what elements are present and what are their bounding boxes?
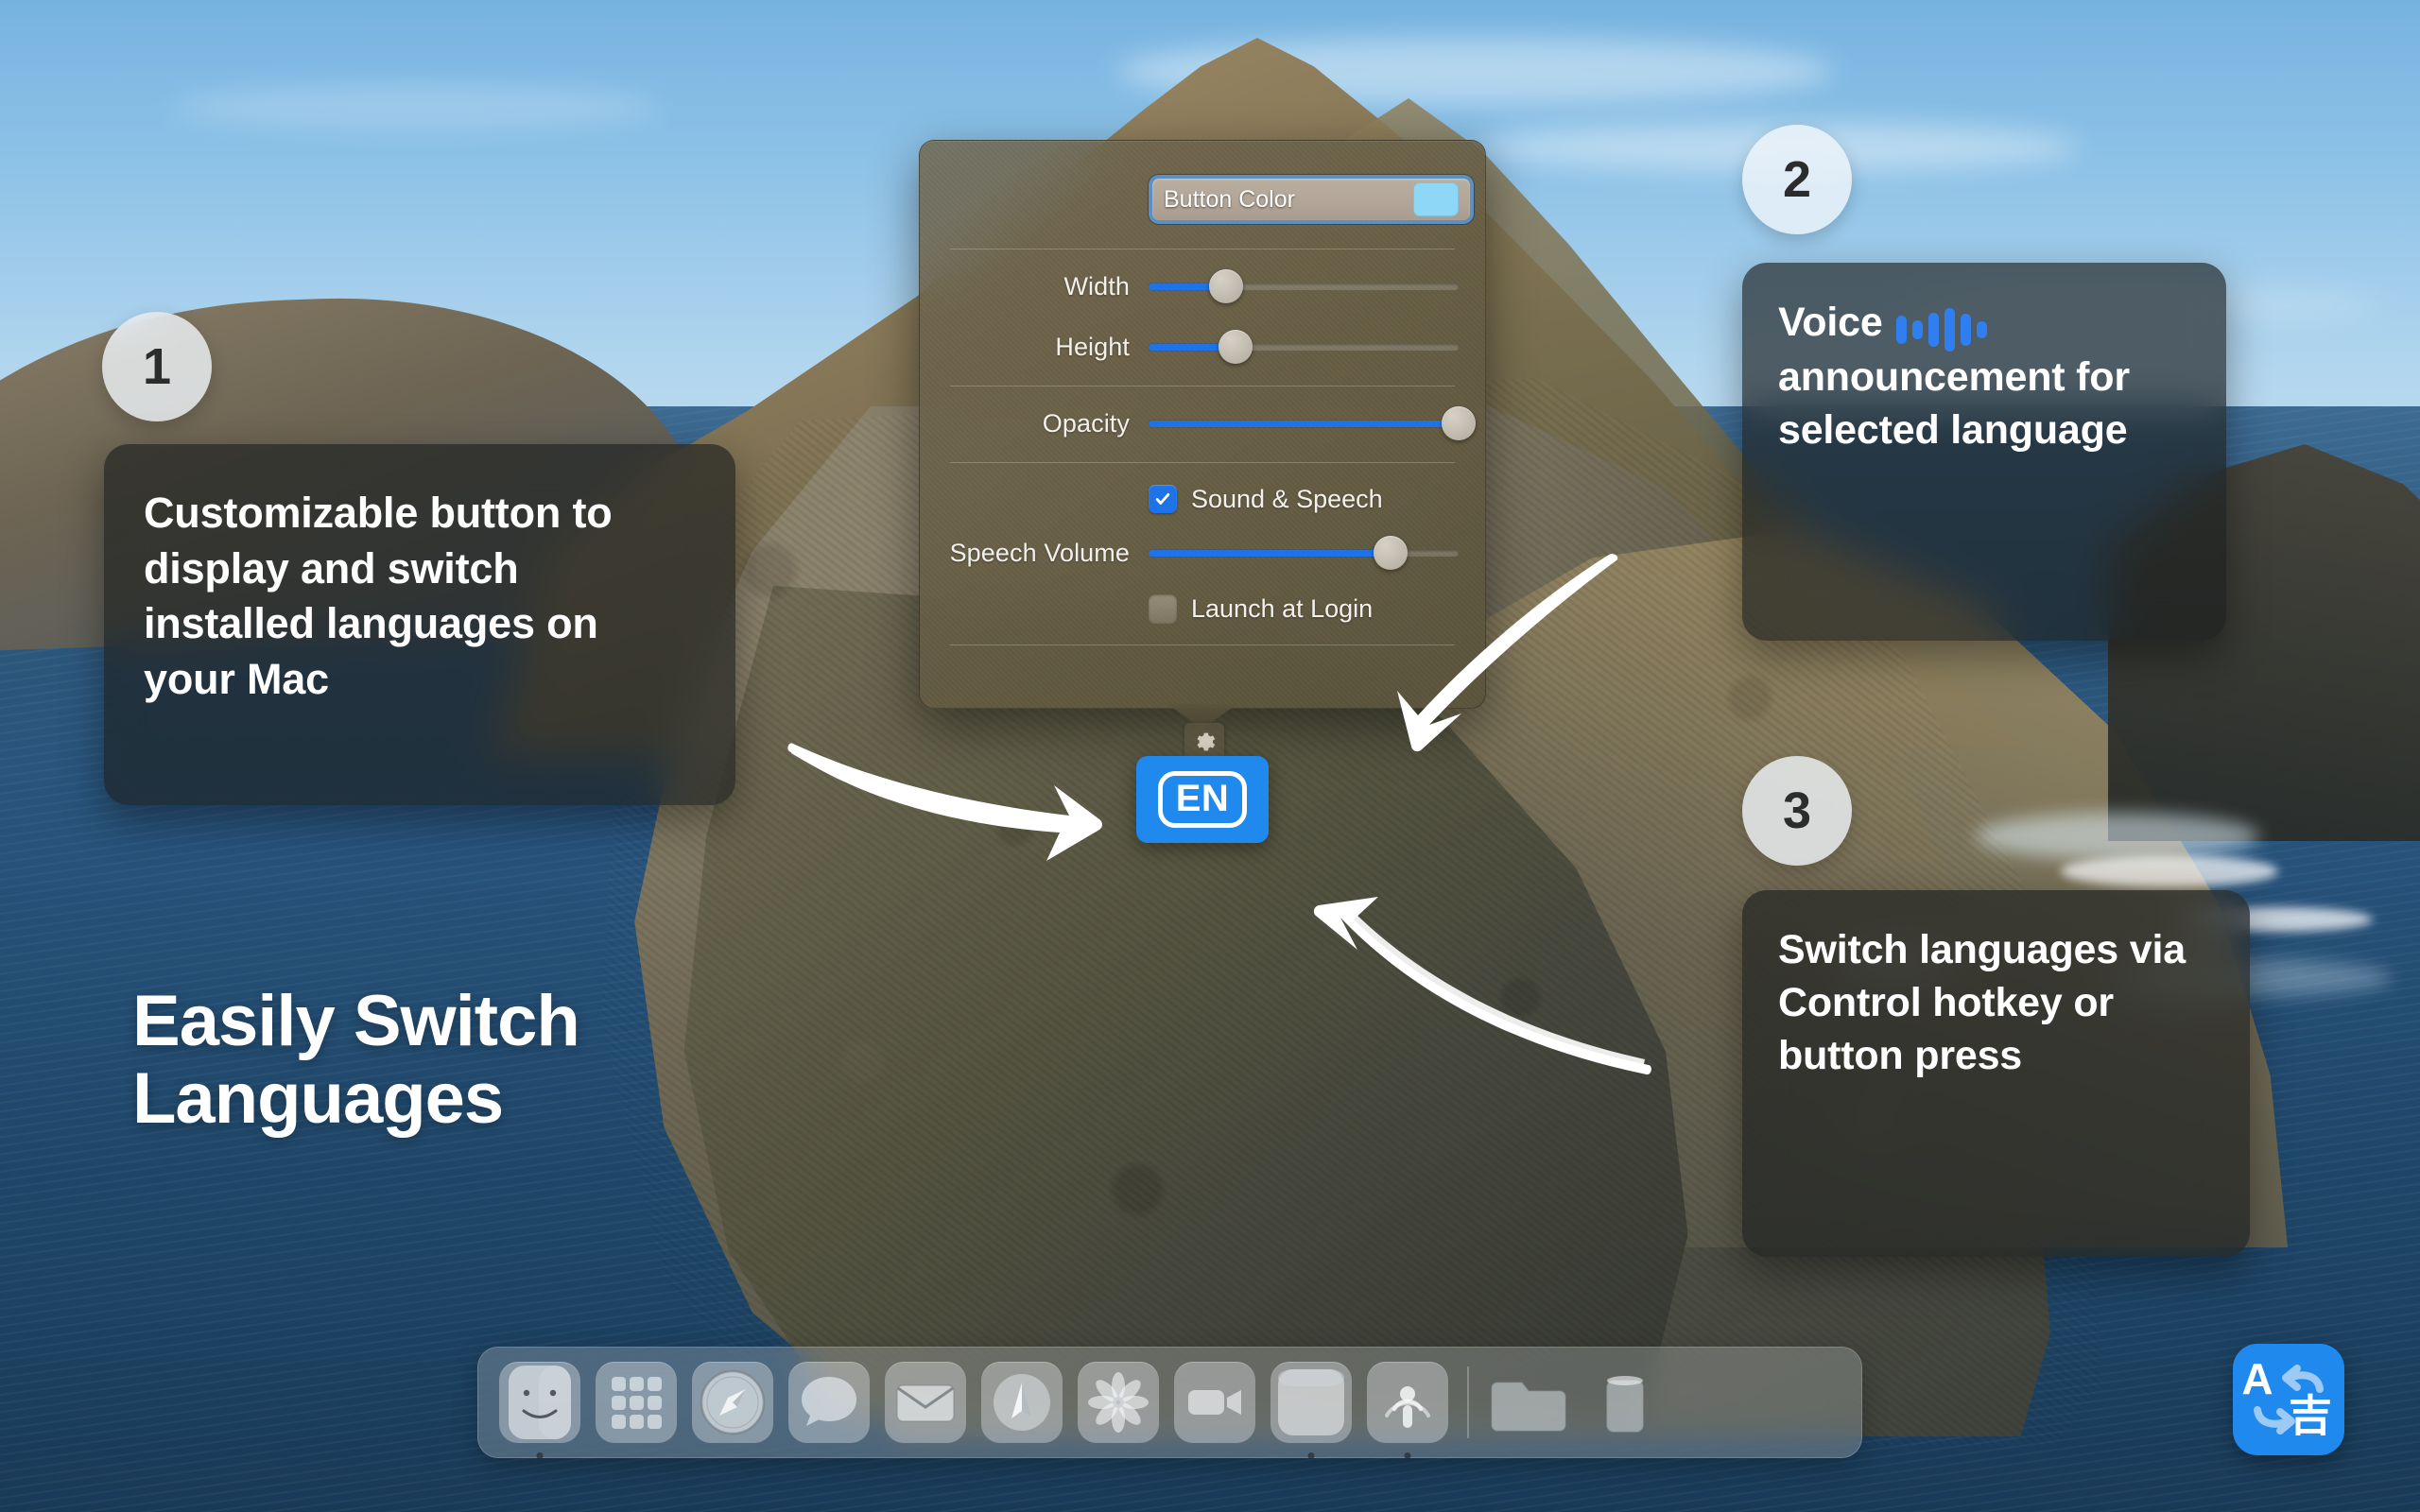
dock-item-podcasts[interactable] bbox=[1362, 1357, 1453, 1459]
opacity-label: Opacity bbox=[1042, 408, 1130, 438]
slider-knob[interactable] bbox=[1373, 536, 1408, 570]
dock-item-maps[interactable] bbox=[977, 1357, 1067, 1448]
app-icon-letter-a: A bbox=[2241, 1354, 2273, 1403]
messages-icon bbox=[788, 1362, 870, 1443]
width-label: Width bbox=[1063, 271, 1130, 301]
step-badge-2-number: 2 bbox=[1782, 151, 1812, 208]
dock-item-messages[interactable] bbox=[784, 1357, 874, 1448]
launch-at-login-checkbox-row[interactable]: Launch at Login bbox=[1149, 590, 1459, 627]
height-label: Height bbox=[1055, 332, 1130, 361]
dock[interactable] bbox=[477, 1347, 1862, 1459]
callout-2: Voice announcement for selected language bbox=[1742, 263, 2226, 641]
page-title: Easily Switch Languages bbox=[132, 981, 851, 1140]
slider-knob[interactable] bbox=[1218, 330, 1253, 364]
callout-1-text: Customizable button to display and switc… bbox=[144, 489, 613, 703]
dock-item-calendar[interactable] bbox=[1266, 1357, 1357, 1459]
dock-item-safari[interactable] bbox=[687, 1357, 778, 1448]
slider-fill bbox=[1149, 549, 1391, 557]
dock-separator bbox=[1467, 1366, 1469, 1438]
checkmark-icon bbox=[1155, 492, 1170, 505]
launch-at-login-checkbox[interactable] bbox=[1149, 594, 1177, 623]
callout-2-text-before-icon: Voice bbox=[1778, 300, 1883, 345]
en-button-label: EN bbox=[1157, 771, 1248, 828]
opacity-slider-row[interactable]: Opacity bbox=[946, 402, 1476, 445]
dock-item-trash[interactable] bbox=[1580, 1357, 1670, 1448]
launchpad-icon bbox=[596, 1362, 677, 1443]
button-color-row[interactable]: Button Color bbox=[1149, 175, 1474, 224]
calendar-icon bbox=[1270, 1362, 1352, 1443]
podcasts-icon bbox=[1367, 1362, 1448, 1443]
callout-1: Customizable button to display and switc… bbox=[104, 444, 735, 805]
dock-running-dot bbox=[1307, 1452, 1315, 1459]
button-color-well[interactable]: Button Color bbox=[1149, 175, 1474, 224]
step-badge-3: 3 bbox=[1742, 756, 1852, 866]
gear-icon bbox=[1197, 732, 1216, 751]
speech-volume-slider[interactable] bbox=[1149, 536, 1459, 570]
callout-2-text-after-icon: announcement for selected language bbox=[1778, 354, 2130, 453]
cloud-wisp bbox=[170, 85, 662, 129]
button-color-label: Button Color bbox=[1164, 185, 1295, 213]
maps-icon bbox=[981, 1362, 1063, 1443]
height-slider[interactable] bbox=[1149, 330, 1459, 364]
mail-icon bbox=[885, 1362, 966, 1443]
callout-3-text: Switch languages via Control hotkey or b… bbox=[1778, 927, 2186, 1078]
dock-running-dot bbox=[536, 1452, 544, 1459]
slider-knob[interactable] bbox=[1209, 269, 1243, 303]
speech-volume-label: Speech Volume bbox=[949, 538, 1130, 567]
callout-2-text: Voice announcement for selected language bbox=[1778, 297, 2190, 457]
app-icon-cjk-glyph: 吉 bbox=[2289, 1390, 2332, 1441]
photos-icon bbox=[1078, 1362, 1159, 1443]
dock-item-facetime[interactable] bbox=[1169, 1357, 1260, 1448]
dock-item-downloads-folder[interactable] bbox=[1483, 1357, 1574, 1448]
voice-waveform-icon bbox=[1895, 308, 1987, 352]
surf-foam bbox=[2061, 855, 2278, 887]
step-badge-1: 1 bbox=[102, 312, 212, 421]
finder-icon bbox=[499, 1362, 580, 1443]
width-slider-row[interactable]: Width bbox=[946, 265, 1459, 308]
trash-icon bbox=[1584, 1362, 1666, 1443]
dock-item-launchpad[interactable] bbox=[591, 1357, 682, 1448]
step-badge-2: 2 bbox=[1742, 125, 1852, 234]
sound-speech-label: Sound & Speech bbox=[1191, 484, 1383, 513]
settings-panel[interactable]: Button Color Width Height Opacity Sound … bbox=[919, 140, 1486, 709]
divider bbox=[950, 644, 1455, 645]
step-badge-1-number: 1 bbox=[142, 338, 172, 395]
dock-running-dot bbox=[1404, 1452, 1411, 1459]
safari-icon bbox=[692, 1362, 773, 1443]
slider-knob[interactable] bbox=[1442, 406, 1476, 440]
sound-speech-checkbox-row[interactable]: Sound & Speech bbox=[1149, 480, 1459, 518]
speech-volume-slider-row[interactable]: Speech Volume bbox=[946, 531, 1459, 575]
app-icon-translate[interactable]: A 吉 bbox=[2233, 1344, 2344, 1455]
settings-gear-button[interactable] bbox=[1184, 723, 1224, 761]
opacity-slider[interactable] bbox=[1149, 406, 1476, 440]
surf-foam bbox=[1976, 813, 2259, 860]
launch-at-login-label: Launch at Login bbox=[1191, 593, 1374, 623]
step-badge-3-number: 3 bbox=[1782, 782, 1812, 839]
slider-fill bbox=[1149, 420, 1459, 427]
height-slider-row[interactable]: Height bbox=[946, 325, 1459, 369]
downloads-folder-icon bbox=[1488, 1362, 1569, 1443]
language-en-button[interactable]: EN bbox=[1136, 756, 1269, 843]
dock-item-mail[interactable] bbox=[880, 1357, 971, 1448]
dock-item-photos[interactable] bbox=[1073, 1357, 1164, 1448]
headline-line-2: Languages bbox=[132, 1058, 504, 1140]
sound-speech-checkbox[interactable] bbox=[1149, 485, 1177, 513]
callout-3: Switch languages via Control hotkey or b… bbox=[1742, 890, 2250, 1257]
headline-line-1: Easily Switch bbox=[132, 981, 580, 1061]
dock-item-finder[interactable] bbox=[494, 1357, 585, 1459]
color-swatch[interactable] bbox=[1413, 182, 1459, 216]
facetime-icon bbox=[1174, 1362, 1255, 1443]
width-slider[interactable] bbox=[1149, 269, 1459, 303]
